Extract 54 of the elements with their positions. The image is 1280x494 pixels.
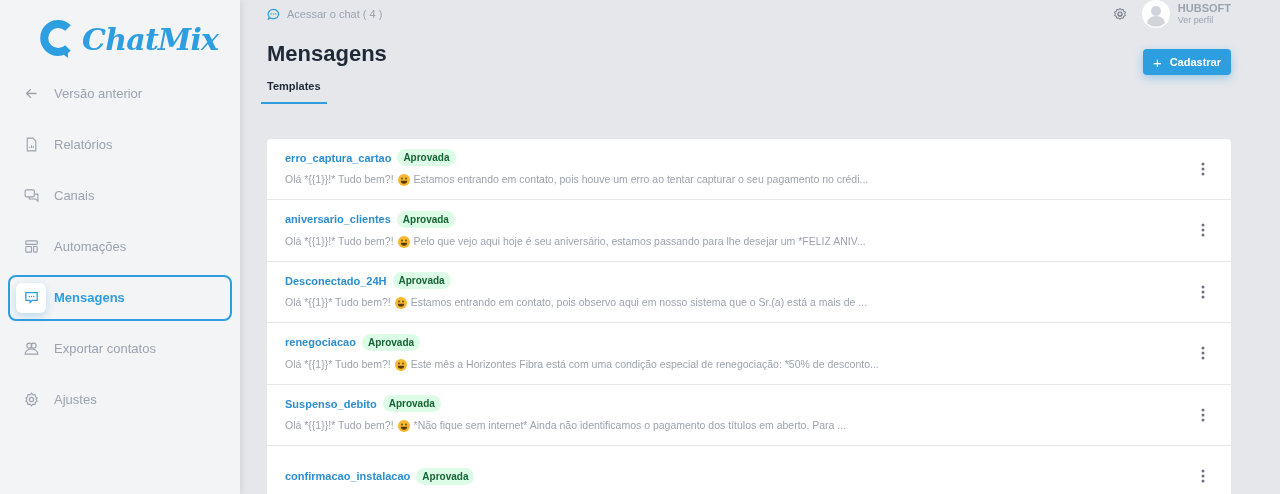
- message-icon: [22, 289, 40, 306]
- chat-link[interactable]: Acessar o chat ( 4 ): [287, 5, 383, 23]
- status-badge: Aprovada: [361, 333, 421, 351]
- message-preview: Olá *{{1}}!* Tudo bem?!: [285, 418, 394, 434]
- message-preview: Estamos entrando em contato, pois observo aqui em nosso sistema que o Sr.(a) está a mais de ...: [410, 295, 868, 311]
- message-preview: Estamos entrando em contato, pois houve um erro ao tentar capturar o seu pagamento no crédi...: [413, 172, 869, 188]
- more-options-icon[interactable]: [1201, 346, 1205, 361]
- status-badge: Aprovada: [396, 210, 455, 228]
- message-preview: Pelo que vejo aqui hoje é seu aniversário, estamos passando para lhe desejar um *FELIZ ANIV...: [413, 233, 866, 249]
- more-options-icon[interactable]: [1201, 469, 1205, 484]
- message-preview: *Não fique sem internet* Ainda não identificamos o pagamento dos títulos em aberto. Para ...: [413, 418, 847, 434]
- sidebar-item[interactable]: Versão anterior: [8, 70, 232, 117]
- template-name[interactable]: aniversario_clientes: [285, 211, 391, 228]
- page-title: Mensagens: [267, 40, 387, 68]
- template-name[interactable]: Suspenso_debito: [285, 395, 377, 413]
- sidebar-item[interactable]: Canais: [8, 172, 232, 219]
- sidebar-item[interactable]: Automações: [8, 223, 232, 270]
- chat-icon: [267, 7, 280, 21]
- template-name[interactable]: confirmacao_instalacao: [285, 468, 411, 485]
- message-preview: Olá *{{1}}!* Tudo bem?!: [285, 233, 394, 249]
- status-badge: Aprovada: [397, 149, 456, 167]
- users-icon: [22, 340, 40, 357]
- message-preview: Olá *{{1}}* Tudo bem?!: [285, 356, 391, 372]
- user-name: HUBSOFT: [1177, 1, 1231, 16]
- status-badge: Aprovada: [392, 272, 451, 290]
- message-preview: Olá *{{1}}* Tudo bem?!: [285, 295, 391, 311]
- smiley-icon: [394, 358, 407, 371]
- smiley-icon: [397, 174, 410, 187]
- smiley-icon: [394, 297, 407, 310]
- settings-icon: [22, 391, 40, 408]
- tab[interactable]: Templates: [261, 78, 327, 104]
- more-options-icon[interactable]: [1201, 284, 1205, 299]
- more-options-icon[interactable]: [1201, 407, 1205, 422]
- smiley-icon: [397, 420, 410, 433]
- register-button[interactable]: + Cadastrar: [1142, 49, 1231, 75]
- sidebar-item[interactable]: Exportar contatos: [8, 325, 232, 372]
- more-options-icon[interactable]: [1201, 161, 1205, 176]
- status-badge: Aprovada: [416, 467, 475, 485]
- sidebar-item[interactable]: Relatórios: [8, 121, 232, 168]
- settings-icon[interactable]: [1112, 7, 1127, 21]
- sidebar-item[interactable]: Mensagens: [8, 274, 232, 321]
- smiley-icon: [397, 235, 410, 248]
- profile-link[interactable]: Ver perfil: [1177, 15, 1231, 27]
- more-options-icon[interactable]: [1201, 223, 1205, 238]
- template-name[interactable]: renegociacao: [285, 334, 356, 351]
- layout-icon: [22, 238, 40, 255]
- sidebar-item[interactable]: Ajustes: [8, 376, 232, 423]
- chat-bubbles-icon: [22, 187, 40, 204]
- logo-text: ChatMix: [82, 20, 219, 59]
- status-badge: Aprovada: [382, 395, 441, 413]
- template-name[interactable]: erro_captura_cartao: [285, 149, 392, 167]
- message-preview: Olá *{{1}}!* Tudo bem?!: [285, 172, 394, 188]
- message-preview: Este mês a Horizontes Fibra está com uma condição especial de renegociação: *50% de desconto...: [410, 356, 879, 372]
- template-name[interactable]: Desconectado_24H: [285, 272, 387, 290]
